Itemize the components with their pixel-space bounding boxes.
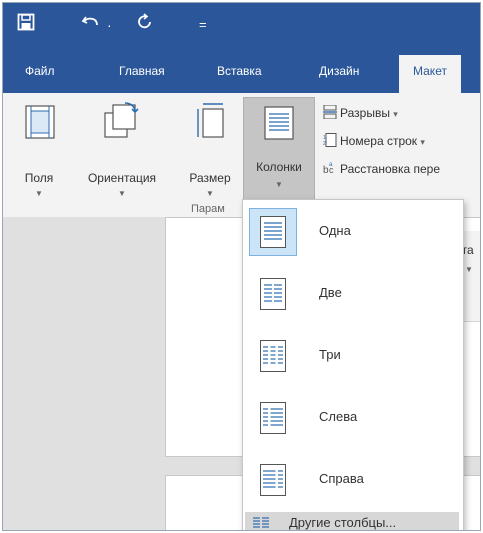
margins-icon xyxy=(25,105,55,139)
more-columns-label: Другие столбцы... xyxy=(289,515,397,530)
margins-label: Поля xyxy=(24,171,54,185)
page-setup-group-label: Парам xyxy=(191,203,225,215)
columns-dropdown-menu: Одна Две Три Слева Справа Другие столбцы… xyxy=(242,199,464,530)
orientation-button[interactable]: Ориентация ▼ xyxy=(67,101,177,203)
hyphenation-icon: b ca xyxy=(323,162,334,175)
breaks-button[interactable]: Разрывы ▾ xyxy=(323,105,398,120)
chevron-down-icon: ▾ xyxy=(393,109,398,119)
column-option-label: Две xyxy=(319,285,342,300)
breaks-label: Разрывы xyxy=(340,106,390,120)
undo-icon[interactable] xyxy=(81,13,101,39)
size-button[interactable]: Размер ▼ xyxy=(179,101,241,203)
column-option-two[interactable]: Две xyxy=(243,264,463,324)
columns-button[interactable]: Колонки ▼ xyxy=(243,97,315,201)
line-numbers-icon: 12 xyxy=(323,133,337,147)
chevron-down-icon: ▼ xyxy=(206,189,214,198)
column-option-right[interactable]: Справа xyxy=(243,450,463,510)
tab-home[interactable]: Главная xyxy=(119,61,165,81)
column-option-three[interactable]: Три xyxy=(243,326,463,386)
line-numbers-label: Номера строк xyxy=(340,134,418,148)
three-columns-icon xyxy=(260,340,286,372)
breaks-icon xyxy=(323,105,337,119)
chevron-down-icon: ▼ xyxy=(35,189,43,198)
redo-icon[interactable] xyxy=(136,13,154,39)
svg-text:2: 2 xyxy=(323,141,326,147)
hyphenation-button[interactable]: b c a Расстановка пере xyxy=(323,161,440,176)
right-column-icon xyxy=(260,464,286,496)
orientation-label: Ориентация xyxy=(87,171,157,185)
chevron-down-icon: ▼ xyxy=(275,180,283,189)
more-columns-icon xyxy=(253,517,269,528)
size-icon xyxy=(197,103,224,138)
column-option-label: Слева xyxy=(319,409,358,424)
columns-label: Колонки xyxy=(256,160,302,174)
two-columns-icon xyxy=(260,278,286,310)
one-column-icon xyxy=(260,216,286,248)
quick-access-toolbar: · = xyxy=(3,3,480,49)
chevron-down-icon: ▾ xyxy=(420,137,425,147)
tab-design[interactable]: Дизайн xyxy=(319,61,359,81)
column-option-one[interactable]: Одна xyxy=(243,202,463,262)
tab-file[interactable]: Файл xyxy=(25,61,55,81)
more-columns-option[interactable]: Другие столбцы... xyxy=(245,512,459,530)
customize-icon[interactable]: = xyxy=(199,13,207,37)
column-option-label: Одна xyxy=(319,223,351,238)
tab-layout[interactable]: Макет xyxy=(399,55,461,93)
word-window: · = Файл Главная Вставка Дизайн Макет По… xyxy=(2,2,481,531)
hyphenation-label: Расстановка пере xyxy=(340,162,441,176)
left-column-icon xyxy=(260,402,286,434)
orientation-icon xyxy=(104,102,139,138)
margins-button[interactable]: Поля ▼ xyxy=(17,101,61,203)
tab-insert[interactable]: Вставка xyxy=(217,61,262,81)
line-numbers-button[interactable]: 1 2 Номера строк ▾ xyxy=(323,133,425,148)
chevron-down-icon: ▼ xyxy=(465,265,473,274)
column-option-left[interactable]: Слева xyxy=(243,388,463,448)
ribbon-tabs: Файл Главная Вставка Дизайн Макет xyxy=(3,49,480,93)
undo-dropdown-icon[interactable]: · xyxy=(107,13,112,37)
column-option-label: Три xyxy=(319,347,341,362)
columns-icon xyxy=(264,106,294,140)
save-icon[interactable] xyxy=(17,13,35,39)
chevron-down-icon: ▼ xyxy=(118,189,126,198)
column-option-label: Справа xyxy=(319,471,364,486)
size-label: Размер xyxy=(189,171,231,185)
